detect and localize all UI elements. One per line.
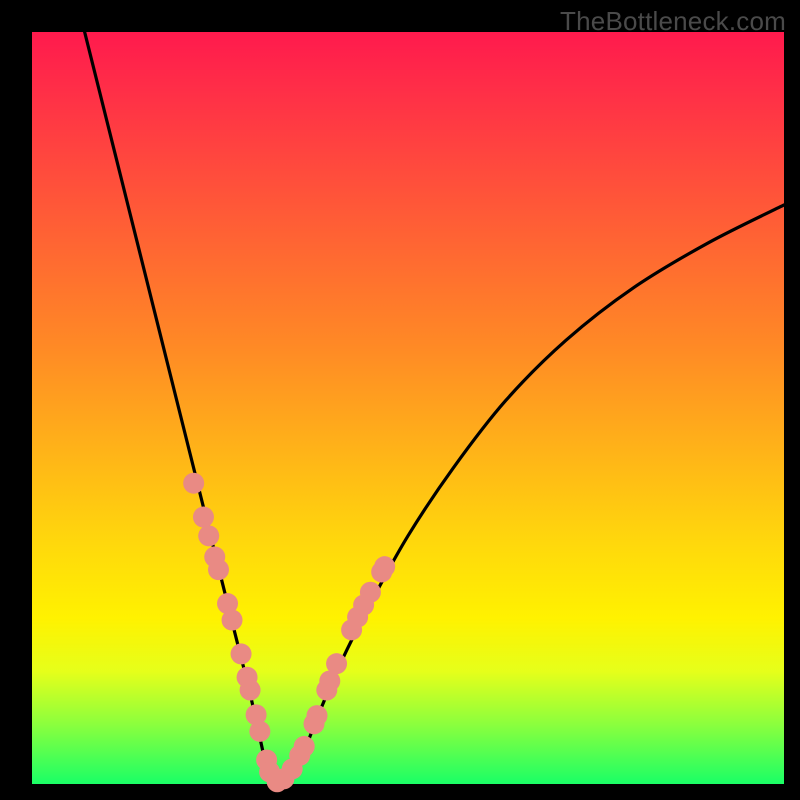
marker-dot — [360, 582, 381, 603]
marker-dot — [183, 473, 204, 494]
chart-stage: TheBottleneck.com — [0, 0, 800, 800]
marker-dot — [222, 610, 243, 631]
marker-dot — [307, 705, 328, 726]
marker-dot — [198, 525, 219, 546]
marker-dot — [374, 556, 395, 577]
marker-dot — [231, 643, 252, 664]
marker-dot — [208, 559, 229, 580]
plot-area — [32, 32, 784, 784]
marker-dot — [294, 736, 315, 757]
curve-markers — [183, 473, 395, 793]
curve-svg — [32, 32, 784, 784]
marker-dot — [193, 507, 214, 528]
marker-dot — [249, 721, 270, 742]
bottleneck-curve — [85, 32, 784, 785]
marker-dot — [326, 653, 347, 674]
marker-dot — [240, 680, 261, 701]
